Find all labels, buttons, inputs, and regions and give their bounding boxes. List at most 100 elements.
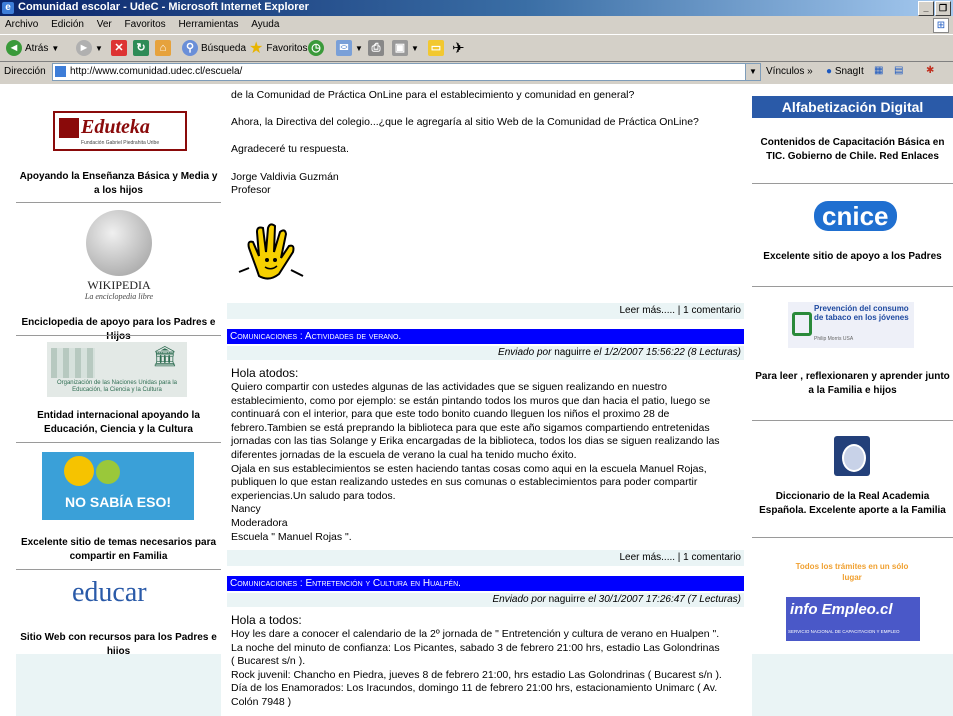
- post-body: de la Comunidad de Práctica OnLine para …: [231, 89, 741, 198]
- educar-logo[interactable]: educar: [72, 578, 164, 610]
- windows-flag-icon: ⊞: [933, 18, 949, 33]
- search-label: Búsqueda: [201, 42, 247, 54]
- menu-ver[interactable]: Ver: [92, 17, 117, 30]
- capture-window-icon[interactable]: ▤: [894, 65, 903, 76]
- print-button[interactable]: ⎙: [368, 39, 384, 57]
- toolbar: ◄ Atrás ▼ ► ▼ ✕ ↻ ⌂ ⚲ Búsqueda ★ Favorit…: [0, 34, 953, 62]
- meta-prefix: Enviado por: [492, 594, 546, 605]
- nosabiaeso-caption: Excelente sitio de temas necesarios para…: [20, 537, 217, 562]
- post-line: Moderadora: [231, 516, 288, 529]
- tabaco-text: Prevención del consumo de tabaco en los …: [814, 304, 909, 322]
- menu-archivo[interactable]: Archivo: [0, 17, 43, 30]
- post-title[interactable]: Comunicaciones : Entretención y Cultura …: [227, 576, 744, 591]
- unesco-text: Organización de las Naciones Unidas para…: [56, 380, 178, 393]
- messenger-icon: ✈: [452, 40, 465, 57]
- capture-icon[interactable]: ▦: [874, 65, 883, 76]
- unesco-pattern: [51, 348, 95, 378]
- menu-herramientas[interactable]: Herramientas: [173, 17, 243, 30]
- snagit-icon: ●: [826, 66, 833, 77]
- address-dropdown-button[interactable]: ▼: [745, 63, 761, 81]
- post-meta: Enviado por naguirre el 1/2/2007 15:56:2…: [227, 346, 744, 360]
- mail-button[interactable]: ✉ ▼: [336, 39, 363, 57]
- divider: [752, 420, 953, 421]
- right-sidebar: Alfabetización Digital Contenidos de Cap…: [752, 84, 953, 716]
- post-line: Día de los Enamorados: Los Iracundos, do…: [231, 682, 718, 695]
- history-icon: ◷: [308, 40, 324, 56]
- eduteka-logo[interactable]: Eduteka Fundación Gabriel Piedrahita Uri…: [53, 111, 187, 151]
- tramites-text: Todos los trámites en un sólo lugar: [795, 562, 909, 582]
- infoempleo-logo[interactable]: info Empleo.cl SERVICIO NACIONAL DE CAPA…: [786, 597, 920, 641]
- favorites-label: Favoritos: [266, 42, 308, 54]
- tools-icon[interactable]: ✱: [926, 65, 934, 76]
- meta-prefix: Enviado por: [498, 347, 552, 358]
- favorites-button[interactable]: ★ Favoritos: [249, 39, 307, 57]
- history-button[interactable]: ◷: [308, 39, 324, 57]
- search-icon: ⚲: [182, 40, 198, 56]
- divider: [752, 286, 953, 287]
- page-viewport: Eduteka Fundación Gabriel Piedrahita Uri…: [0, 84, 953, 716]
- post-line: Quiero compartir con ustedes algunas de …: [231, 381, 668, 393]
- stop-button[interactable]: ✕: [111, 39, 127, 57]
- alfabetizacion-digital-banner[interactable]: Alfabetización Digital: [752, 96, 953, 118]
- nosabiaeso-logo[interactable]: NO SABÍA ESO!: [42, 452, 194, 520]
- menu-ayuda[interactable]: Ayuda: [246, 17, 284, 30]
- minimize-button[interactable]: _: [918, 1, 934, 16]
- wikipedia-globe-icon: [86, 210, 152, 276]
- post-line: Agradeceré tu respuesta.: [231, 143, 349, 156]
- post-line: Profesor: [231, 184, 271, 197]
- links-button[interactable]: Vínculos »: [766, 66, 813, 77]
- post-line: febrero.Tambien se está preprando la bib…: [231, 421, 710, 434]
- edit-button[interactable]: ▣ ▼: [392, 39, 419, 57]
- cnice-wordmark: cnice: [814, 201, 897, 231]
- menu-edicion[interactable]: Edición: [46, 17, 89, 30]
- post-line: experiencias.Un saludo para todos.: [231, 489, 396, 502]
- post-line: jornadas con las tias Solange y Erika en…: [231, 435, 720, 448]
- read-more-link[interactable]: Leer más..... | 1 comentario: [619, 552, 741, 563]
- restore-button[interactable]: ❐: [935, 1, 951, 16]
- tabaco-logo[interactable]: Prevención del consumo de tabaco en los …: [788, 302, 914, 348]
- messenger-button[interactable]: ✈: [452, 39, 465, 57]
- stop-icon: ✕: [111, 40, 127, 56]
- rae-caption: Diccionario de la Real Academia Española…: [759, 491, 946, 516]
- menu-favoritos[interactable]: Favoritos: [120, 17, 171, 30]
- wikipedia-logo[interactable]: WIKIPEDIA La enciclopedia libre: [74, 208, 164, 304]
- search-button[interactable]: ⚲ Búsqueda: [182, 39, 246, 57]
- snagit-label: SnagIt: [834, 66, 864, 77]
- author-link[interactable]: naguirre: [554, 347, 591, 358]
- divider: [752, 183, 953, 184]
- window-title: Comunidad escolar - UdeC - Microsoft Int…: [18, 1, 309, 13]
- rae-crest-logo[interactable]: [834, 436, 870, 476]
- snagit-button[interactable]: ● SnagIt: [826, 66, 864, 77]
- chevron-down-icon: ▼: [95, 43, 103, 53]
- back-button[interactable]: ◄ Atrás ▼: [6, 39, 59, 57]
- tabaco-subtext: Philip Morris USA: [814, 336, 854, 342]
- post-line: diferentes jornadas de la escuela de ver…: [231, 448, 577, 461]
- divider: [16, 569, 221, 570]
- post-title[interactable]: Comunicaciones : Actividades de verano.: [227, 329, 744, 344]
- post-line: Colón 7948 ): [231, 695, 292, 708]
- unesco-temple-icon: 🏛: [152, 346, 178, 368]
- author-link[interactable]: naguirre: [549, 594, 586, 605]
- forward-button[interactable]: ► ▼: [76, 39, 103, 57]
- eduteka-subtext: Fundación Gabriel Piedrahita Uribe: [81, 140, 160, 146]
- address-input[interactable]: http://www.comunidad.udec.cl/escuela/: [52, 63, 748, 81]
- ie-icon: e: [2, 2, 14, 14]
- edit-icon: ▣: [392, 40, 408, 56]
- folder-icon: ▭: [428, 40, 444, 56]
- read-more-link[interactable]: Leer más..... | 1 comentario: [619, 305, 741, 316]
- post-line: Escuela " Manuel Rojas ".: [231, 530, 352, 543]
- rae-crest-icon: [842, 444, 866, 472]
- post-line: establecimiento, como por ejemplo: se es…: [231, 394, 711, 407]
- refresh-button[interactable]: ↻: [133, 39, 149, 57]
- cnice-caption: Excelente sitio de apoyo a los Padres: [763, 251, 942, 262]
- home-button[interactable]: ⌂: [155, 39, 171, 57]
- post-line: publiquen lo que estan realizando ustede…: [231, 476, 698, 489]
- post-line: ( Bucarest s/n ).: [231, 655, 306, 668]
- unesco-logo[interactable]: 🏛 Organización de las Naciones Unidas pa…: [47, 342, 187, 397]
- cnice-logo[interactable]: cnice: [814, 200, 897, 234]
- logo-circle: [64, 456, 94, 486]
- folder-button[interactable]: ▭: [428, 39, 444, 57]
